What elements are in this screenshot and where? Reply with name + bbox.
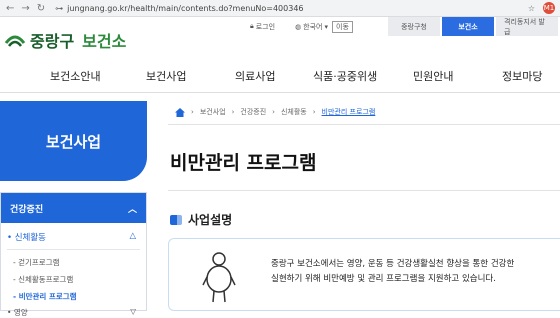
site-logo[interactable]: 중랑구 보건소 bbox=[4, 28, 126, 52]
logo-mark-icon bbox=[4, 35, 26, 47]
chevron-down-icon: ▾ bbox=[324, 22, 329, 31]
section-title: 사업설명 bbox=[188, 213, 233, 227]
sidebar-item-text: 영양 bbox=[13, 308, 28, 317]
sidebar-item-physical-activity[interactable]: - 신체활동프로그램 bbox=[7, 271, 140, 288]
home-icon[interactable] bbox=[175, 107, 185, 117]
section-heading: 사업설명 bbox=[170, 211, 232, 228]
language-label: 한국어 bbox=[303, 22, 323, 31]
sidebar-item-label: 신체활동프로그램 bbox=[18, 275, 74, 284]
forward-icon[interactable]: → bbox=[21, 3, 29, 14]
page-title: 비만관리 프로그램 bbox=[170, 152, 317, 174]
description-box: 중랑구 보건소에서는 영양, 운동 등 건강생활실천 향상을 통한 건강한 실현… bbox=[168, 238, 560, 311]
title-divider bbox=[168, 190, 560, 191]
sidebar-item-obesity[interactable]: - 비만관리 프로그램 bbox=[7, 288, 140, 305]
sidebar-subsection[interactable]: • 신체활동 △ bbox=[1, 223, 146, 243]
tab-district-office[interactable]: 중랑구청 bbox=[388, 17, 440, 36]
extension-icon[interactable]: M1 bbox=[543, 2, 555, 14]
breadcrumb-divider bbox=[168, 124, 560, 125]
browser-actions: ☆ M1 bbox=[528, 2, 555, 14]
nav-item-health-projects[interactable]: 보건사업 bbox=[146, 68, 186, 84]
description-text: 중랑구 보건소에서는 영양, 운동 등 건강생활실천 향상을 통한 건강한 실현… bbox=[271, 257, 514, 287]
chevron-right-icon: › bbox=[231, 108, 235, 116]
star-icon[interactable]: ☆ bbox=[528, 4, 535, 13]
browser-address-bar: ← → ↻ ⊶ jungnang.go.kr/health/main/conte… bbox=[0, 0, 560, 17]
sidebar-title: 보건사업 bbox=[0, 101, 147, 181]
sidebar-section-header[interactable]: 건강증진 ︿ bbox=[1, 193, 146, 223]
chevron-right-icon: › bbox=[272, 108, 275, 116]
breadcrumb-item[interactable]: 신체활동 bbox=[281, 107, 307, 117]
nav-item-about[interactable]: 보건소안내 bbox=[50, 68, 101, 84]
sidebar-items: - 걷기프로그램 - 신체활동프로그램 - 비만관리 프로그램 bbox=[7, 249, 140, 305]
logo-text: 중랑구 bbox=[30, 32, 75, 51]
browser-nav: ← → ↻ bbox=[0, 3, 45, 14]
go-button[interactable]: 이동 bbox=[332, 20, 353, 33]
reload-icon[interactable]: ↻ bbox=[37, 3, 45, 14]
breadcrumb-item[interactable]: 건강증진 bbox=[240, 107, 266, 117]
sidebar-item-walking[interactable]: - 걷기프로그램 bbox=[7, 254, 140, 271]
nav-item-info[interactable]: 정보마당 bbox=[502, 68, 542, 84]
tab-isolation-notice[interactable]: 격리동지서 발급 bbox=[496, 17, 558, 36]
breadcrumb: › 보건사업 › 건강증진 › 신체활동 › 비만관리 프로그램 bbox=[175, 107, 375, 117]
url-text: jungnang.go.kr/health/main/contents.do?m… bbox=[67, 3, 304, 13]
sidebar-subsection-text: 신체활동 bbox=[14, 233, 46, 243]
login-label: 로그인 bbox=[255, 22, 276, 31]
nav-item-medical[interactable]: 의료사업 bbox=[235, 68, 275, 84]
site-tabs: 중랑구청 보건소 격리동지서 발급 bbox=[388, 17, 560, 36]
section-marker-icon bbox=[170, 214, 182, 225]
utility-menu: 🔒︎ 로그인 ◍ 한국어 ▾ 이동 bbox=[250, 18, 353, 35]
description-line: 중랑구 보건소에서는 영양, 운동 등 건강생활실천 향상을 통한 건강한 bbox=[271, 259, 515, 269]
lock-icon: 🔒︎ bbox=[250, 22, 254, 30]
chevron-right-icon: › bbox=[191, 108, 194, 116]
nav-item-food-hygiene[interactable]: 식품·공중위생 bbox=[313, 68, 377, 84]
language-select[interactable]: ◍ 한국어 ▾ bbox=[295, 22, 328, 32]
description-line: 실현하기 위해 비만예방 및 관리 프로그램을 지원하고 있습니다. bbox=[271, 274, 496, 284]
sidebar-item-label: 비만관리 프로그램 bbox=[18, 292, 77, 301]
chevron-up-icon: ︿ bbox=[127, 204, 137, 215]
nav-item-civil-service[interactable]: 민원안내 bbox=[413, 68, 453, 84]
site-info-icon[interactable]: ⊶ bbox=[55, 4, 63, 13]
tab-health-center[interactable]: 보건소 bbox=[442, 17, 494, 36]
breadcrumb-item[interactable]: 보건사업 bbox=[200, 107, 226, 117]
triangle-down-icon: ▽ bbox=[130, 307, 136, 316]
chevron-right-icon: › bbox=[312, 108, 316, 116]
login-link[interactable]: 🔒︎ 로그인 bbox=[250, 22, 275, 32]
sidebar-section-label: 건강증진 bbox=[10, 204, 44, 215]
person-figure-icon bbox=[202, 252, 236, 303]
sidebar-menu: 건강증진 ︿ • 신체활동 △ - 걷기프로그램 - 신체활동프로그램 - 비만… bbox=[0, 192, 147, 317]
sidebar-subsection-label: • 신체활동 bbox=[7, 233, 46, 243]
nav-divider bbox=[0, 92, 560, 93]
triangle-up-icon: △ bbox=[129, 231, 136, 241]
sidebar-item-label: 걷기프로그램 bbox=[18, 258, 60, 267]
back-icon[interactable]: ← bbox=[6, 3, 14, 14]
sidebar-item-nutrition[interactable]: • 영양 ▽ bbox=[1, 305, 146, 318]
breadcrumb-current[interactable]: 비만관리 프로그램 bbox=[322, 107, 376, 117]
url-field[interactable]: ⊶ jungnang.go.kr/health/main/contents.do… bbox=[55, 4, 303, 13]
globe-icon: ◍ bbox=[295, 22, 302, 31]
sidebar-item-label: • 영양 bbox=[7, 308, 28, 317]
logo-subtext: 보건소 bbox=[82, 32, 127, 51]
